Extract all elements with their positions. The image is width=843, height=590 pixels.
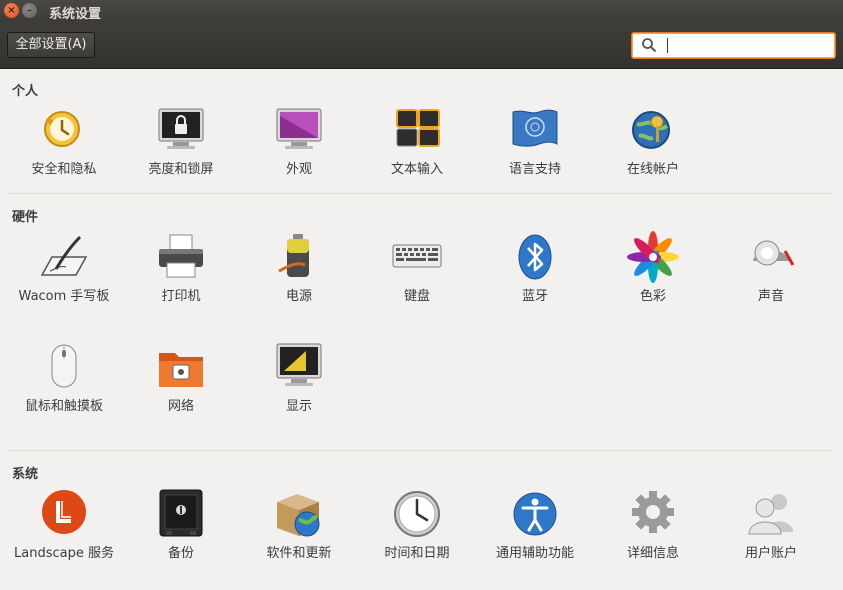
keyboard-icon [391,231,443,283]
settings-item-bluetooth[interactable]: 蓝牙 [476,231,594,307]
section-title-system: 系统 [12,467,39,482]
search-input[interactable] [666,37,826,54]
sound-icon [745,231,797,283]
landscape-icon [38,488,90,540]
settings-item-label: 详细信息 [626,546,679,561]
settings-item-label: 声音 [757,289,784,304]
settings-item-label: 网络 [167,399,194,414]
settings-item-landscape[interactable]: Landscape 服务 [5,488,123,564]
settings-item-label: 语言支持 [508,162,561,177]
minimize-window-button[interactable]: – [22,3,37,18]
software-updates-icon [273,488,325,540]
universal-access-icon [509,488,561,540]
settings-item-label: 显示 [285,399,312,414]
settings-item-label: 备份 [167,546,194,561]
settings-item-appearance[interactable]: 外观 [240,104,358,180]
settings-item-label: 亮度和锁屏 [148,162,214,177]
text-caret [667,38,668,53]
settings-item-label: 电源 [285,289,312,304]
section-divider [8,193,832,194]
settings-item-label: 蓝牙 [521,289,548,304]
settings-item-brightness-lock[interactable]: 亮度和锁屏 [122,104,240,180]
settings-item-color[interactable]: 色彩 [594,231,712,307]
window-titlebar: × – 系统设置 [0,0,843,22]
settings-item-label: 键盘 [403,289,430,304]
settings-item-mouse-touchpad[interactable]: 鼠标和触摸板 [5,341,123,417]
settings-item-label: 外观 [285,162,312,177]
settings-item-security-privacy[interactable]: 安全和隐私 [5,104,123,180]
section-title-personal: 个人 [12,84,39,99]
language-support-icon [509,104,561,156]
settings-item-label: 安全和隐私 [31,162,97,177]
settings-item-details[interactable]: 详细信息 [594,488,712,564]
settings-item-label: 色彩 [639,289,666,304]
settings-item-label: 时间和日期 [384,546,450,561]
settings-item-backup[interactable]: 备份 [122,488,240,564]
display-icon [273,341,325,393]
settings-item-sound[interactable]: 声音 [712,231,830,307]
toolbar: 全部设置(A) [0,22,843,69]
text-entry-icon [391,104,443,156]
settings-item-label: 鼠标和触摸板 [24,399,103,414]
color-icon [627,231,679,283]
settings-item-user-accounts[interactable]: 用户账户 [712,488,830,564]
section-divider [8,450,832,451]
online-accounts-icon [627,104,679,156]
settings-item-text-entry[interactable]: 文本输入 [358,104,476,180]
settings-item-universal-access[interactable]: 通用辅助功能 [476,488,594,564]
settings-item-wacom-tablet[interactable]: Wacom 手写板 [5,231,123,307]
settings-item-label: Wacom 手写板 [18,289,110,304]
security-privacy-icon [38,104,90,156]
settings-item-software-updates[interactable]: 软件和更新 [240,488,358,564]
settings-item-language-support[interactable]: 语言支持 [476,104,594,180]
settings-item-printer[interactable]: 打印机 [122,231,240,307]
search-box[interactable] [631,32,836,59]
settings-item-label: Landscape 服务 [14,546,114,561]
settings-item-time-date[interactable]: 时间和日期 [358,488,476,564]
printer-icon [155,231,207,283]
section-title-hardware: 硬件 [12,210,39,225]
settings-item-label: 软件和更新 [266,546,332,561]
settings-item-online-accounts[interactable]: 在线帐户 [594,104,712,180]
wacom-tablet-icon [38,231,90,283]
settings-item-power[interactable]: 电源 [240,231,358,307]
user-accounts-icon [745,488,797,540]
bluetooth-icon [509,231,561,283]
backup-icon [155,488,207,540]
power-icon [273,231,325,283]
settings-item-label: 打印机 [161,289,201,304]
settings-item-label: 文本输入 [390,162,443,177]
brightness-lock-icon [155,104,207,156]
settings-item-label: 在线帐户 [626,162,679,177]
settings-item-label: 通用辅助功能 [495,546,574,561]
search-icon [641,37,657,57]
details-icon [627,488,679,540]
close-window-button[interactable]: × [4,3,19,18]
network-icon [155,341,207,393]
settings-item-keyboard[interactable]: 键盘 [358,231,476,307]
window-title: 系统设置 [49,7,102,22]
settings-item-network[interactable]: 网络 [122,341,240,417]
settings-item-display[interactable]: 显示 [240,341,358,417]
settings-item-label: 用户账户 [744,546,797,561]
mouse-touchpad-icon [38,341,90,393]
time-date-icon [391,488,443,540]
all-settings-button[interactable]: 全部设置(A) [7,32,95,58]
appearance-icon [273,104,325,156]
